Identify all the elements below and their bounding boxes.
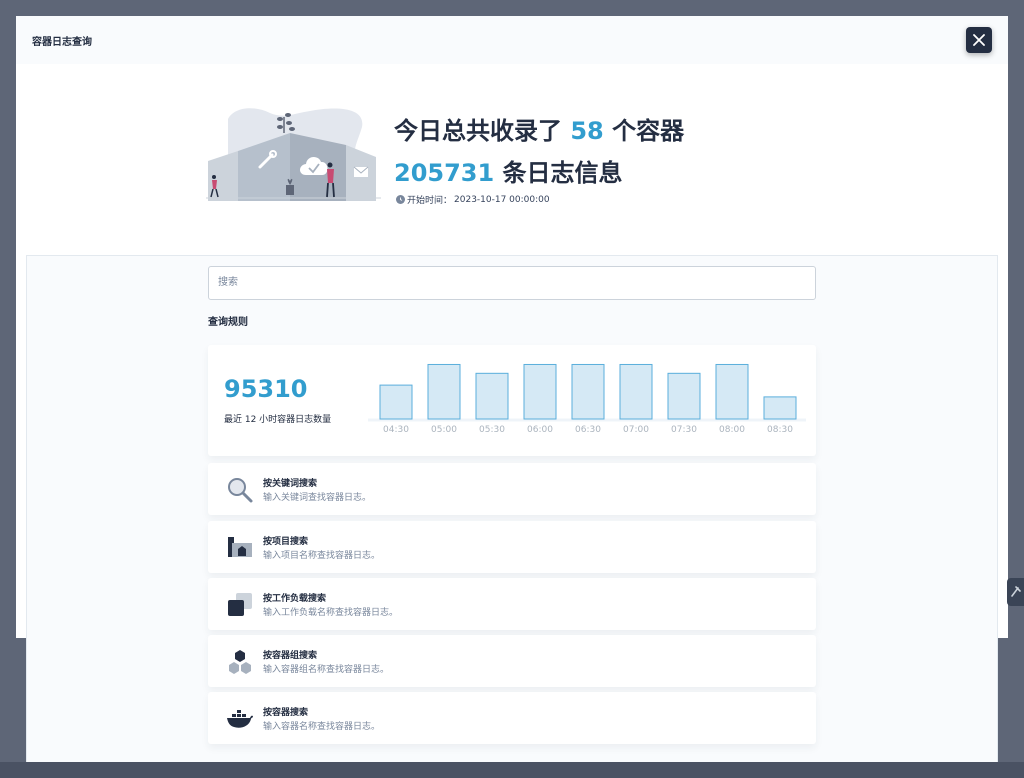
rule-title: 按容器搜索 <box>263 708 309 718</box>
chart-tick-label: 08:00 <box>719 425 745 435</box>
rule-pod-search[interactable]: 按容器组搜索 输入容器组名称查找容器日志。 <box>208 635 816 687</box>
chart-bar-08:30[interactable] <box>763 396 797 420</box>
rule-title: 按容器组搜索 <box>263 651 318 661</box>
log-count: 205731 <box>394 159 495 187</box>
chart-tick-label: 08:30 <box>767 425 793 435</box>
chart-tick-label: 07:30 <box>671 425 697 435</box>
chart-bar-05:30[interactable] <box>475 372 509 420</box>
rule-desc: 输入容器名称查找容器日志。 <box>263 722 381 732</box>
chart-bar-04:30[interactable] <box>379 384 413 420</box>
chart-bar-06:30[interactable] <box>571 363 605 420</box>
rule-title: 按项目搜索 <box>263 537 309 547</box>
rules-title: 查询规则 <box>208 317 248 328</box>
rule-container-search[interactable]: 按容器搜索 输入容器名称查找容器日志。 <box>208 692 816 744</box>
chart-tick-label: 05:00 <box>431 425 457 435</box>
rule-desc: 输入工作负载名称查找容器日志。 <box>263 608 399 618</box>
close-icon <box>973 34 985 46</box>
heading-prefix: 今日总共收录了 <box>394 117 571 145</box>
chart-tick-label: 06:30 <box>575 425 601 435</box>
chart-bar-08:00[interactable] <box>715 363 749 420</box>
heading-suffix: 个容器 <box>603 117 685 145</box>
chart-bar-07:30[interactable] <box>667 372 701 420</box>
container-illustration <box>206 108 381 201</box>
docker-icon <box>227 710 253 728</box>
chart-bar-07:00[interactable] <box>619 363 653 420</box>
rule-title: 按关键词搜索 <box>263 479 318 489</box>
log-total-count: 95310 <box>224 375 308 403</box>
log-bar-chart: 04:30 05:00 05:30 06:00 06:30 07:00 07:30 08:00… <box>368 363 806 435</box>
chart-tick-label: 05:30 <box>479 425 505 435</box>
hammer-icon <box>1011 586 1021 597</box>
rule-keyword-search[interactable]: 按关键词搜索 输入关键词查找容器日志。 <box>208 463 816 515</box>
clock-icon <box>396 195 405 204</box>
pod-icon <box>229 650 251 674</box>
close-button[interactable] <box>966 27 992 53</box>
rule-desc: 输入容器组名称查找容器日志。 <box>263 665 390 675</box>
log-total-label: 最近 12 小时容器日志数量 <box>224 415 332 425</box>
chart-tick-label: 04:30 <box>383 425 409 435</box>
chart-tick-label: 07:00 <box>623 425 649 435</box>
project-icon <box>228 537 252 557</box>
start-time-value: 2023-10-17 00:00:00 <box>454 194 550 205</box>
rule-desc: 输入项目名称查找容器日志。 <box>263 551 381 561</box>
start-time-label: 开始时间： <box>407 196 453 206</box>
log-count-suffix: 条日志信息 <box>494 159 623 187</box>
start-time-row: 开始时间： 2023-10-17 00:00:00 <box>396 193 550 206</box>
summary-hero: 今日总共收录了 58 个容器 205731 条日志信息 开始时间： 2023-10… <box>16 64 1008 254</box>
container-count-heading: 今日总共收录了 58 个容器 <box>394 111 684 146</box>
side-toolbar-tab[interactable] <box>1007 578 1024 606</box>
chart-bar-05:00[interactable] <box>427 363 461 420</box>
bottom-bar <box>0 762 1024 778</box>
chart-tick-label: 06:00 <box>527 425 553 435</box>
container-count: 58 <box>570 117 604 145</box>
modal-header: 容器日志查询 <box>16 16 1008 64</box>
rule-project-search[interactable]: 按项目搜索 输入项目名称查找容器日志。 <box>208 521 816 573</box>
rule-title: 按工作负载搜索 <box>263 594 327 604</box>
rule-workload-search[interactable]: 按工作负载搜索 输入工作负载名称查找容器日志。 <box>208 578 816 630</box>
search-input[interactable]: 搜索 <box>208 266 816 300</box>
magnifier-icon <box>228 478 253 503</box>
chart-bar-06:00[interactable] <box>523 363 557 420</box>
workload-icon <box>228 593 252 616</box>
log-stats-card: 95310 最近 12 小时容器日志数量 04:30 05:00 05:30 06:0… <box>208 345 816 456</box>
log-count-heading: 205731 条日志信息 <box>394 153 623 188</box>
modal-title: 容器日志查询 <box>32 37 92 48</box>
rule-desc: 输入关键词查找容器日志。 <box>263 493 372 503</box>
